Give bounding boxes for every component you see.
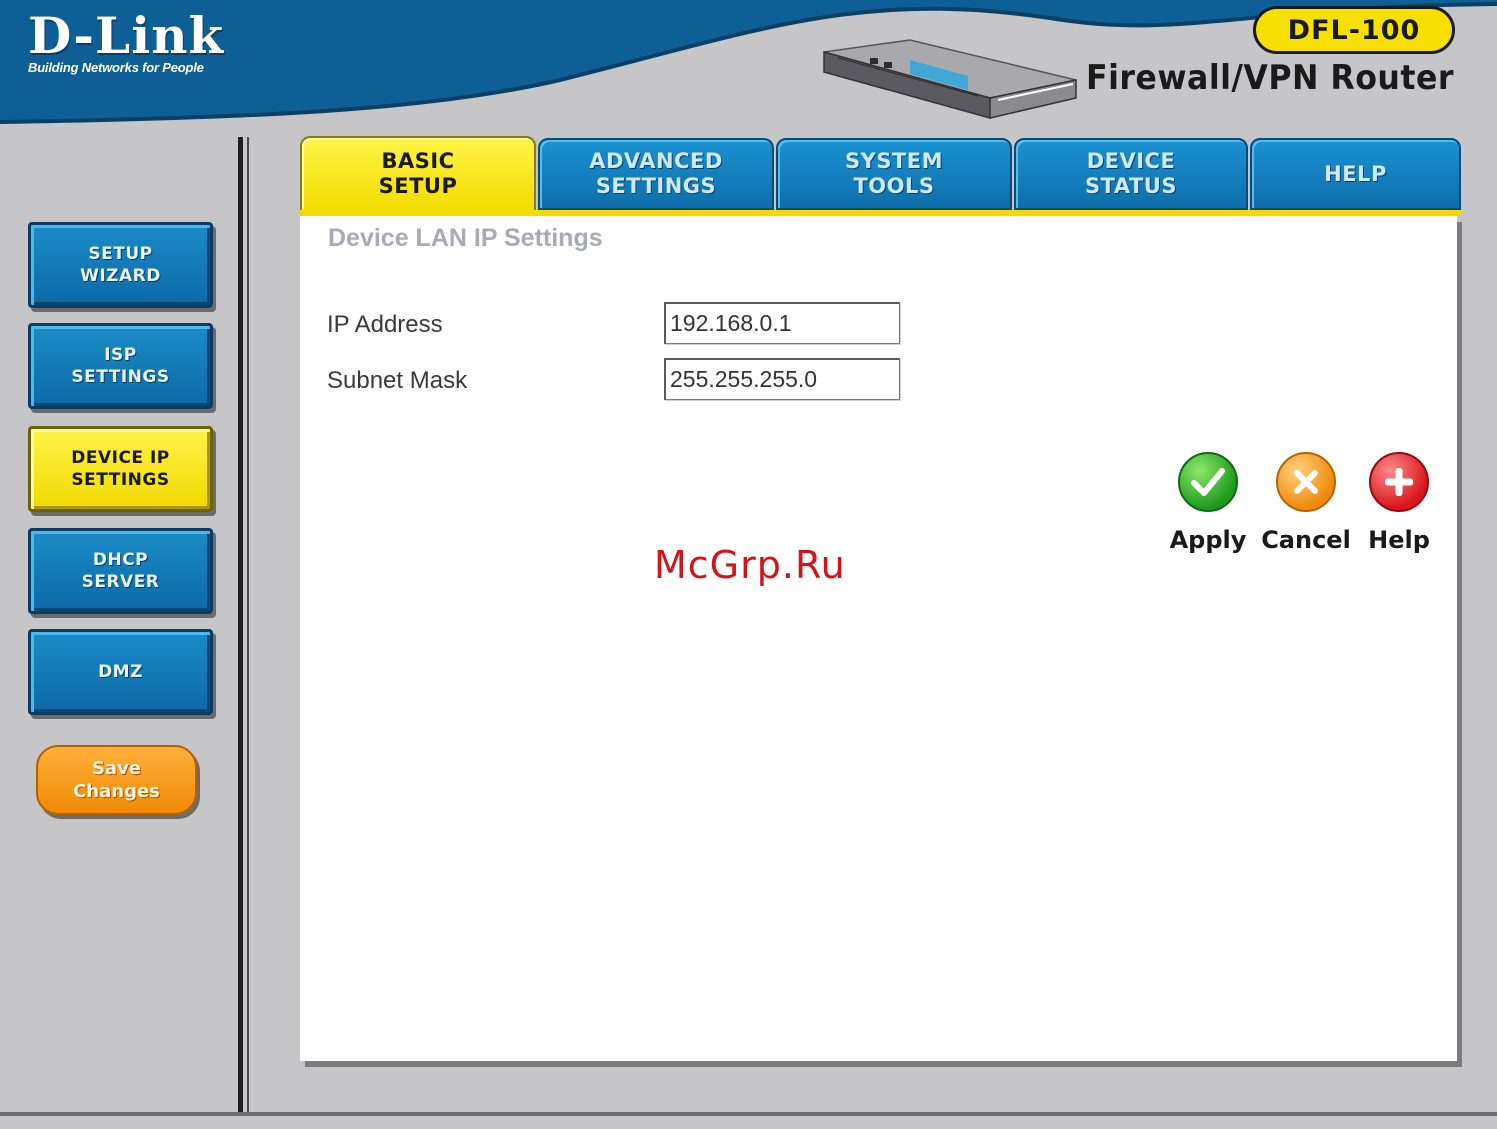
- tab-label: SYSTEM TOOLS: [844, 149, 944, 198]
- tab-basic-setup[interactable]: BASIC SETUP: [300, 136, 536, 212]
- cancel-label: Cancel: [1261, 526, 1351, 554]
- router-device-image: [823, 39, 1077, 119]
- cancel-button[interactable]: Cancel: [1258, 452, 1354, 554]
- sidebar-item-dhcp-server[interactable]: DHCP SERVER: [28, 528, 213, 614]
- x-icon: [1276, 452, 1336, 512]
- bottom-border: [0, 1112, 1497, 1116]
- section-title: Device LAN IP Settings: [328, 224, 603, 252]
- model-badge: DFL-100: [1253, 6, 1455, 54]
- logo-text: D-Link: [28, 6, 225, 65]
- dlink-logo: D-Link Building Networks for People: [28, 6, 288, 76]
- main-panel: Device LAN IP Settings IP Address Subnet…: [300, 216, 1457, 1061]
- apply-button[interactable]: Apply: [1168, 452, 1248, 554]
- tab-system-tools[interactable]: SYSTEM TOOLS: [776, 138, 1012, 210]
- help-button[interactable]: Help: [1364, 452, 1434, 554]
- sidebar-item-setup-wizard[interactable]: SETUP WIZARD: [28, 222, 213, 308]
- sidebar-item-label: SETUP WIZARD: [80, 244, 161, 286]
- sidebar-item-device-ip-settings[interactable]: DEVICE IP SETTINGS: [28, 426, 213, 512]
- logo-tagline: Building Networks for People: [28, 60, 204, 75]
- tab-advanced-settings[interactable]: ADVANCED SETTINGS: [538, 138, 774, 210]
- tab-label: ADVANCED SETTINGS: [589, 149, 723, 198]
- subnet-mask-label: Subnet Mask: [327, 367, 468, 394]
- tab-device-status[interactable]: DEVICE STATUS: [1014, 138, 1248, 210]
- plus-icon: [1369, 452, 1429, 512]
- ip-address-input[interactable]: [664, 302, 900, 344]
- sidebar-item-label: DEVICE IP SETTINGS: [71, 448, 170, 490]
- watermark: McGrp.Ru: [654, 543, 846, 587]
- save-changes-label: Save Changes: [73, 758, 160, 802]
- save-changes-button[interactable]: Save Changes: [36, 745, 197, 815]
- sidebar-item-label: ISP SETTINGS: [71, 345, 170, 387]
- tab-label: BASIC SETUP: [378, 149, 458, 198]
- sidebar-item-label: DHCP SERVER: [81, 550, 160, 592]
- sidebar-item-dmz[interactable]: DMZ: [28, 629, 213, 715]
- tab-label: DEVICE STATUS: [1085, 149, 1177, 198]
- sidebar-divider-inner: [247, 137, 249, 1114]
- ip-address-label: IP Address: [327, 311, 443, 338]
- sidebar-item-isp-settings[interactable]: ISP SETTINGS: [28, 323, 213, 409]
- sidebar-divider: [238, 137, 243, 1114]
- tab-label: HELP: [1324, 161, 1387, 186]
- header: D-Link Building Networks for People DFL-…: [0, 0, 1497, 135]
- checkmark-icon: [1178, 452, 1238, 512]
- help-label: Help: [1368, 526, 1430, 554]
- product-title: Firewall/VPN Router: [1086, 58, 1454, 98]
- sidebar-item-label: DMZ: [98, 662, 143, 682]
- tab-help[interactable]: HELP: [1250, 138, 1461, 210]
- apply-label: Apply: [1169, 526, 1247, 554]
- router-admin-page: D-Link Building Networks for People DFL-…: [0, 0, 1497, 1129]
- subnet-mask-input[interactable]: [664, 358, 900, 400]
